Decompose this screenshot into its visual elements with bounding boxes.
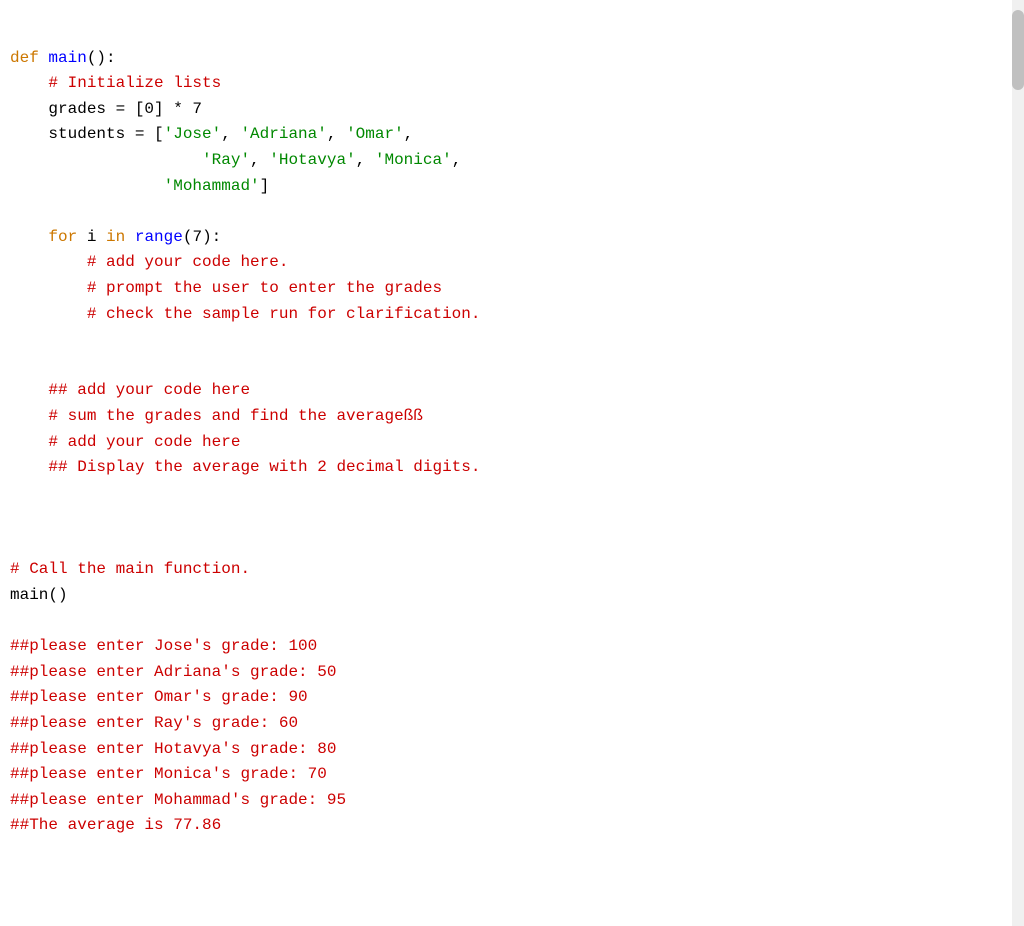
line-comment-add3: # add your code here: [10, 433, 240, 451]
line-output-mohammad: ##please enter Mohammad's grade: 95: [10, 791, 346, 809]
code-editor: def main(): # Initialize lists grades = …: [0, 0, 1024, 926]
line-blank7: [10, 612, 20, 630]
line-comment-sum: # sum the grades and find the averageßß: [10, 407, 423, 425]
line-comment-check: # check the sample run for clarification…: [10, 305, 480, 323]
line-output-adriana: ##please enter Adriana's grade: 50: [10, 663, 336, 681]
line-output-monica: ##please enter Monica's grade: 70: [10, 765, 327, 783]
line-comment-add: # add your code here.: [10, 253, 288, 271]
line-comment-init: # Initialize lists: [10, 74, 221, 92]
line-blank3: [10, 356, 20, 374]
line-blank2: [10, 330, 20, 348]
line-students3: 'Mohammad']: [10, 177, 269, 195]
line-output-ray: ##please enter Ray's grade: 60: [10, 714, 298, 732]
line-output-omar: ##please enter Omar's grade: 90: [10, 688, 308, 706]
line-students2: 'Ray', 'Hotavya', 'Monica',: [10, 151, 461, 169]
line-comment-add2: ## add your code here: [10, 381, 250, 399]
line-output-hotavya: ##please enter Hotavya's grade: 80: [10, 740, 336, 758]
line-def: def main():: [10, 49, 116, 67]
line-for: for i in range(7):: [10, 228, 221, 246]
line-output-jose: ##please enter Jose's grade: 100: [10, 637, 317, 655]
line-blank1: [10, 202, 20, 220]
line-main-call: main(): [10, 586, 68, 604]
line-students1: students = ['Jose', 'Adriana', 'Omar',: [10, 125, 413, 143]
scrollbar-thumb[interactable]: [1012, 10, 1024, 90]
line-blank4: [10, 484, 20, 502]
line-blank5: [10, 509, 20, 527]
line-comment-prompt: # prompt the user to enter the grades: [10, 279, 442, 297]
line-grades: grades = [0] * 7: [10, 100, 202, 118]
scrollbar[interactable]: [1012, 0, 1024, 926]
line-blank6: [10, 535, 20, 553]
line-output-average: ##The average is 77.86: [10, 816, 221, 834]
line-comment-display: ## Display the average with 2 decimal di…: [10, 458, 480, 476]
line-comment-call: # Call the main function.: [10, 560, 250, 578]
